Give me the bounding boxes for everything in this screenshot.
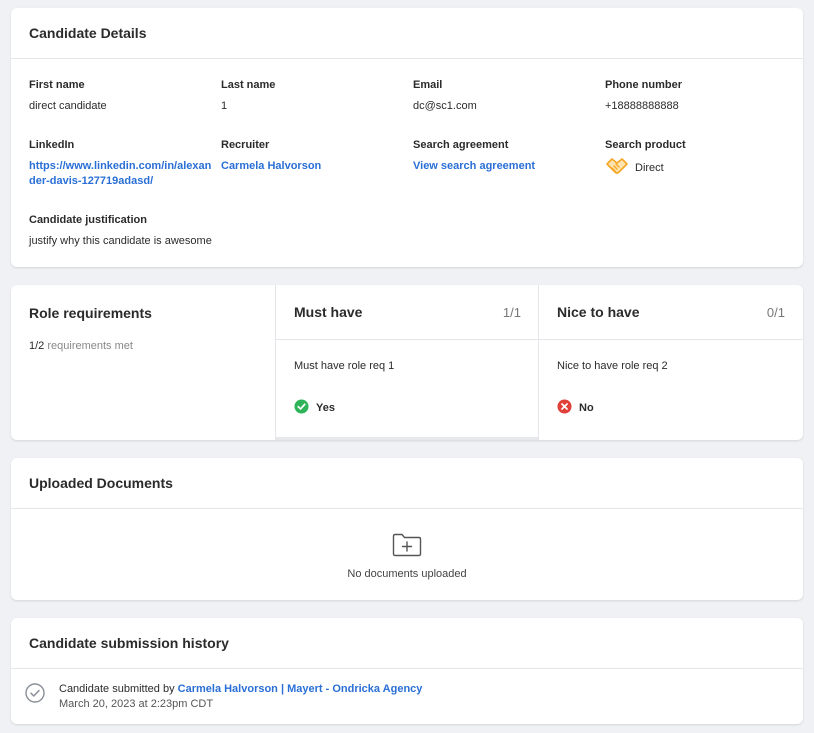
must-have-column: Must have 1/1 Must have role req 1 Yes [275, 285, 539, 440]
divider [276, 437, 539, 440]
last-name-field: Last name 1 [221, 79, 275, 114]
search-agreement-field: Search agreement View search agreement [413, 139, 535, 174]
no-documents-text: No documents uploaded [347, 568, 467, 580]
search-product-value: Direct [635, 162, 664, 174]
history-entry: Candidate submitted by Carmela Halvorson… [11, 669, 803, 712]
requirements-met: 1/2 requirements met [11, 340, 275, 352]
role-requirements-title: Role requirements [29, 304, 152, 321]
linkedin-label: LinkedIn [29, 139, 75, 151]
nice-to-have-title: Nice to have [557, 304, 640, 320]
handshake-icon [605, 156, 629, 181]
justification-value: justify why this candidate is awesome [29, 235, 212, 247]
last-name-value: 1 [221, 100, 228, 112]
last-name-label: Last name [221, 79, 276, 91]
email-field: Email dc@sc1.com [413, 79, 477, 114]
nice-to-have-answer: No [539, 372, 803, 417]
must-have-title: Must have [294, 304, 363, 320]
phone-label: Phone number [605, 79, 683, 91]
phone-value: +18888888888 [605, 100, 679, 112]
justification-field: Candidate justification justify why this… [29, 214, 212, 249]
must-have-answer-text: Yes [316, 402, 335, 414]
check-circle-icon [294, 399, 309, 417]
nice-to-have-answer-text: No [579, 402, 594, 414]
candidate-details-title: Candidate Details [11, 8, 803, 59]
requirements-summary: Role requirements 1/2 requirements met [11, 285, 275, 440]
x-circle-icon [557, 399, 572, 417]
email-label: Email [413, 79, 443, 91]
must-have-count: 1/1 [502, 304, 521, 320]
history-entry-date: March 20, 2023 at 2:23pm CDT [59, 698, 214, 710]
requirements-met-text: requirements met [47, 340, 133, 352]
search-agreement-label: Search agreement [413, 139, 509, 151]
submission-history-card: Candidate submission history Candidate s… [11, 618, 803, 724]
must-have-item: Must have role req 1 [294, 360, 395, 372]
justification-label: Candidate justification [29, 214, 147, 226]
uploaded-documents-card: Uploaded Documents No documents uploaded [11, 458, 803, 600]
first-name-field: First name direct candidate [29, 79, 107, 114]
history-recruiter-link[interactable]: Carmela Halvorson | Mayert - Ondricka Ag… [178, 683, 423, 695]
linkedin-link[interactable]: https://www.linkedin.com/in/alexan der-da… [29, 160, 211, 187]
recruiter-label: Recruiter [221, 139, 270, 151]
history-entry-prefix: Candidate submitted by [59, 683, 175, 695]
submission-history-title: Candidate submission history [11, 618, 803, 669]
nice-to-have-column: Nice to have 0/1 Nice to have role req 2… [538, 285, 803, 440]
search-product-field: Search product Direct [605, 139, 686, 181]
email-value: dc@sc1.com [413, 100, 477, 112]
check-circle-icon [25, 683, 45, 708]
folder-plus-icon [392, 533, 422, 562]
first-name-value: direct candidate [29, 100, 107, 112]
recruiter-field: Recruiter Carmela Halvorson [221, 139, 321, 174]
must-have-answer: Yes [276, 372, 539, 417]
requirements-met-count: 1/2 [29, 340, 45, 352]
uploaded-documents-title: Uploaded Documents [11, 458, 803, 509]
candidate-details-card: Candidate Details First name direct cand… [11, 8, 803, 267]
role-requirements-card: Role requirements 1/2 requirements met M… [11, 285, 803, 440]
view-search-agreement-link[interactable]: View search agreement [413, 160, 535, 172]
search-product-label: Search product [605, 139, 686, 151]
recruiter-link[interactable]: Carmela Halvorson [221, 160, 321, 172]
first-name-label: First name [29, 79, 85, 91]
linkedin-field: LinkedIn https://www.linkedin.com/in/ale… [29, 139, 211, 189]
nice-to-have-count: 0/1 [766, 304, 785, 320]
nice-to-have-item: Nice to have role req 2 [557, 360, 668, 372]
phone-field: Phone number +18888888888 [605, 79, 682, 114]
